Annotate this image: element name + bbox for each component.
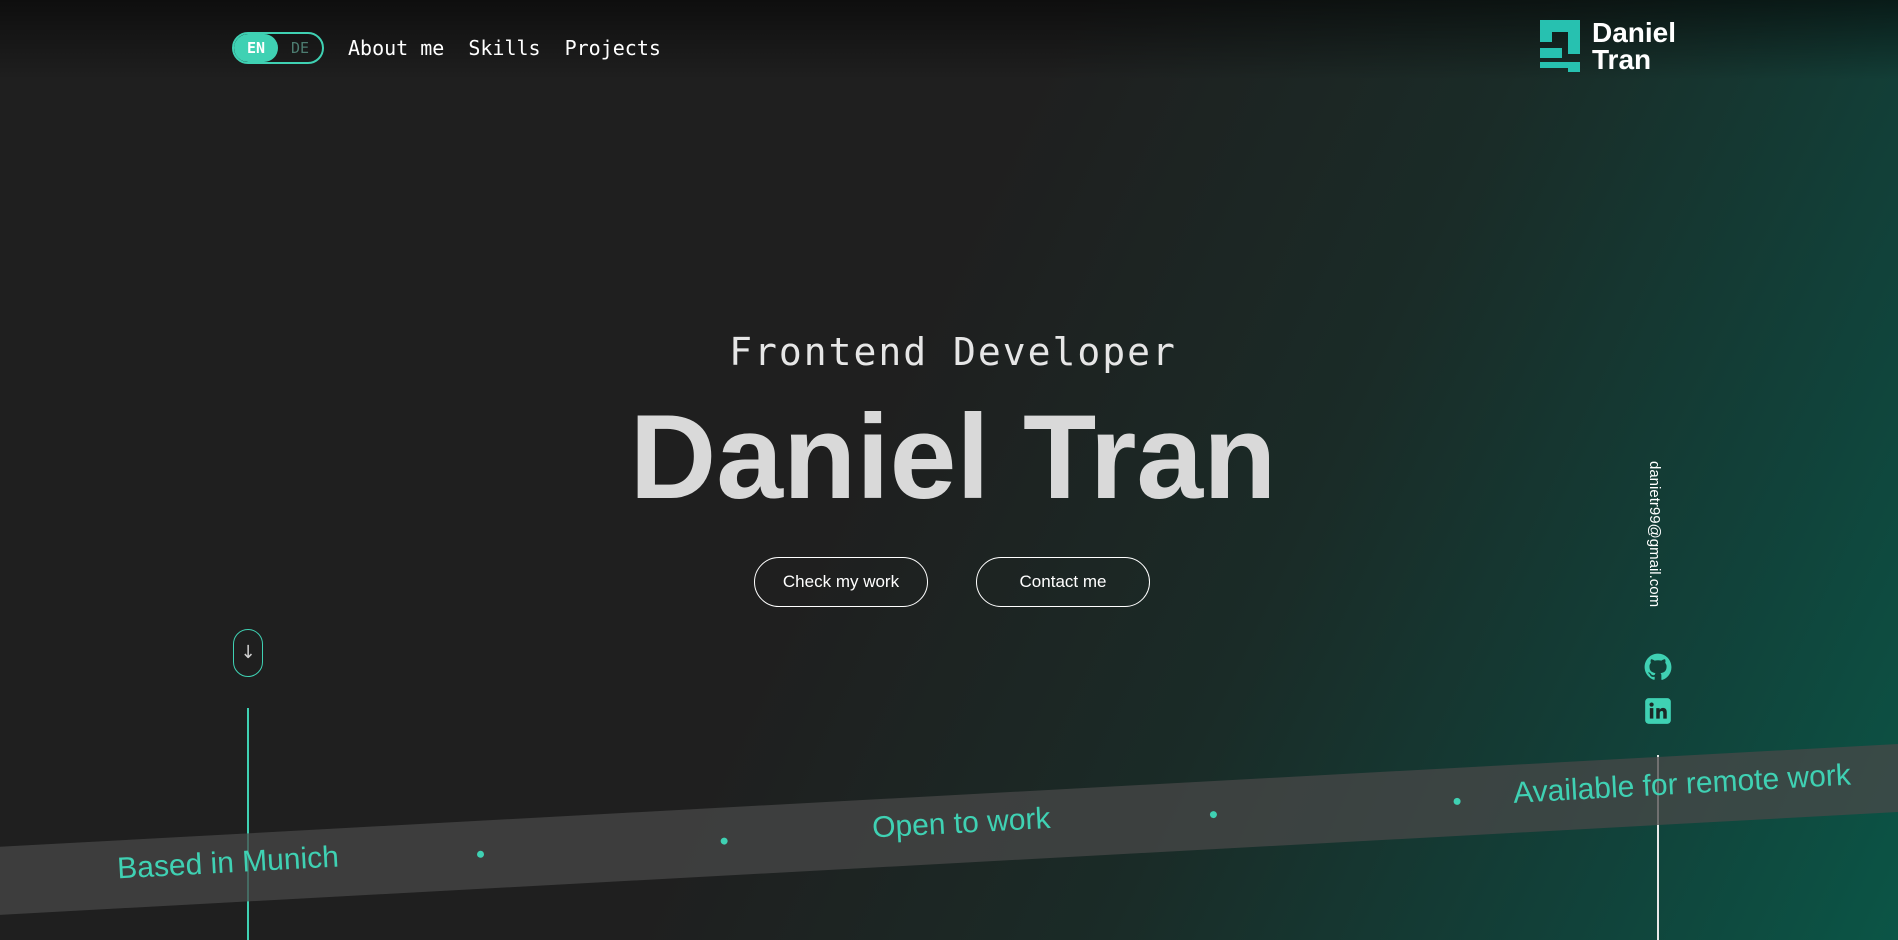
nav-link-about[interactable]: About me xyxy=(348,34,444,62)
contact-me-button[interactable]: Contact me xyxy=(976,557,1150,607)
lang-option-de[interactable]: DE xyxy=(278,34,322,62)
logo-last-name: Tran xyxy=(1592,44,1652,75)
hero-name: Daniel Tran xyxy=(629,390,1277,524)
ribbon-dot xyxy=(1209,810,1218,819)
language-toggle[interactable]: EN DE xyxy=(232,32,324,64)
ribbon-dot xyxy=(1453,797,1461,806)
logo-first-name: Daniel xyxy=(1592,17,1677,48)
email-link[interactable]: danietr99@gmail.com xyxy=(1646,461,1663,607)
ribbon-item-remote: Available for remote work xyxy=(1512,758,1852,810)
main-nav: About me Skills Projects xyxy=(348,34,661,62)
github-icon[interactable] xyxy=(1644,653,1672,681)
hero-role: Frontend Developer xyxy=(729,330,1177,374)
nav-link-skills[interactable]: Skills xyxy=(468,34,540,62)
nav-link-projects[interactable]: Projects xyxy=(565,34,661,62)
lang-option-en[interactable]: EN xyxy=(234,34,278,62)
logo-mark-icon xyxy=(1540,20,1580,72)
left-divider-line xyxy=(247,708,249,940)
logo-wordmark: Daniel Tran xyxy=(1592,17,1677,75)
ribbon-item-open-to-work: Open to work xyxy=(871,801,1052,845)
linkedin-icon[interactable] xyxy=(1644,697,1672,725)
scroll-down-button[interactable]: ↓ xyxy=(233,629,263,677)
ribbon-dot xyxy=(720,837,728,845)
ribbon-item-location: Based in Munich xyxy=(116,840,340,886)
arrow-down-icon: ↓ xyxy=(240,642,256,663)
page: EN DE About me Skills Projects Daniel Tr… xyxy=(0,0,1898,940)
check-my-work-button[interactable]: Check my work xyxy=(754,557,928,607)
ribbon-dot xyxy=(476,850,485,858)
marquee-ribbon: Based in Munich Open to work Available f… xyxy=(0,739,1898,918)
site-logo[interactable]: Daniel Tran xyxy=(1538,18,1676,74)
